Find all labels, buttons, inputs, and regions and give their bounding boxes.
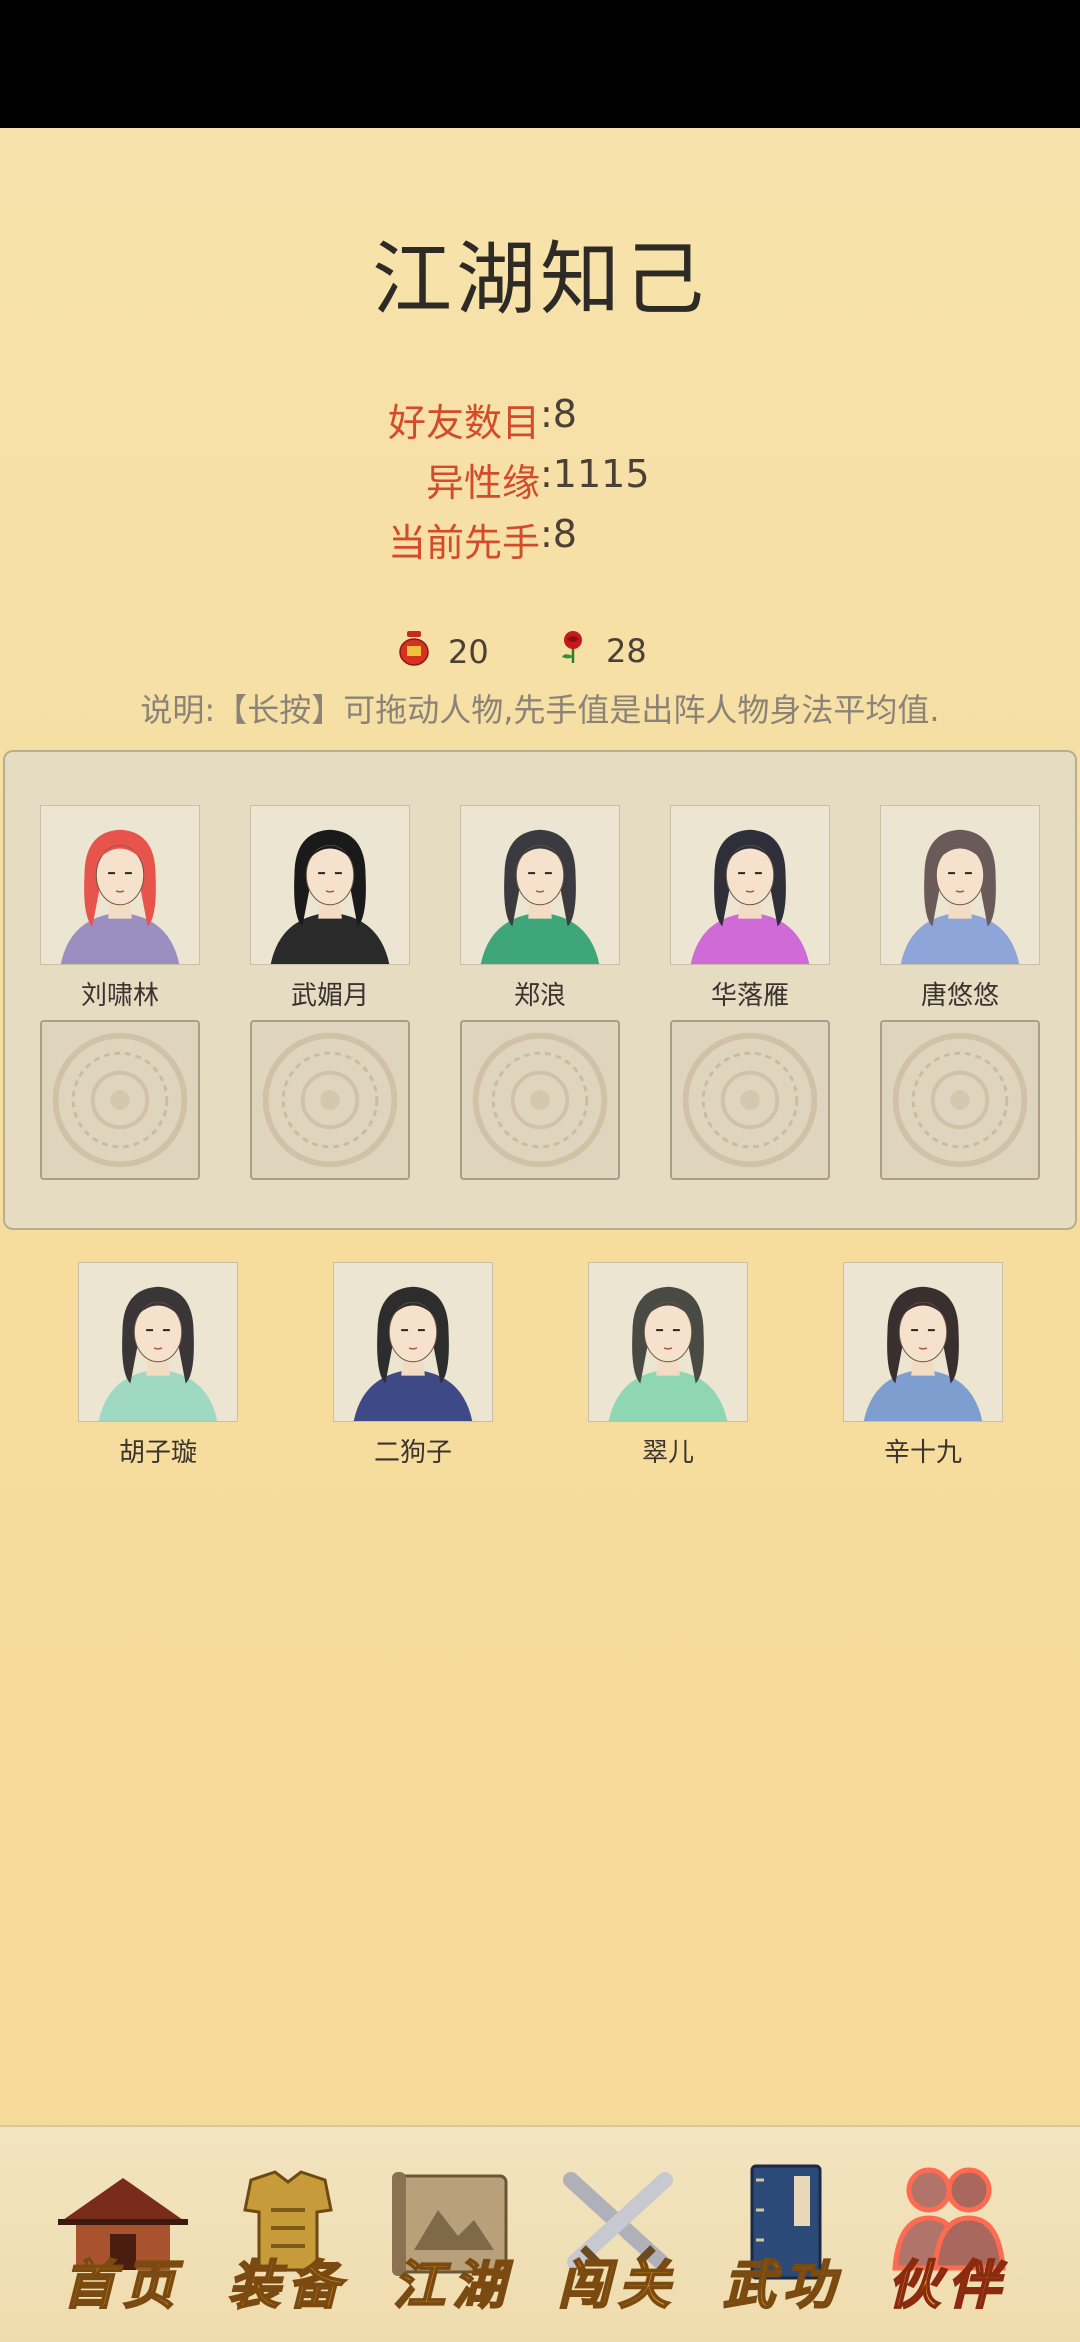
rose-icon [558,630,588,672]
reserve-member-portrait[interactable] [843,1262,1003,1422]
status-bar [0,0,1080,128]
friend-count-label: 好友数目 [387,401,540,445]
friend-count-row: 好友数目 :8 [0,392,1080,448]
charm-label: 异性缘 [425,461,540,505]
empty-team-slot[interactable] [40,1020,200,1180]
team-member-portrait[interactable] [670,805,830,965]
team-member-name: 唐悠悠 [920,981,999,1011]
nav-label: 装备 [227,2254,348,2317]
nav-label: 伙伴 [887,2254,1008,2317]
nav-item-0[interactable]: 首页 [48,2150,198,2320]
wine-jar-icon [398,630,430,674]
nav-label: 江湖 [392,2254,513,2317]
team-member-portrait[interactable] [250,805,410,965]
rose-counter: 28 [558,630,647,672]
currency-bar: 20 28 [0,630,1080,678]
nav-item-5[interactable]: 伙伴 [873,2150,1023,2320]
charm-value: :1115 [540,452,650,496]
nav-label: 首页 [62,2254,183,2317]
team-member-name: 武媚月 [290,981,369,1011]
page-title: 江湖知己 [372,233,708,326]
reserve-member-name: 辛十九 [883,1438,962,1468]
wine-counter: 20 [398,630,489,674]
reserve-member-name: 翠儿 [641,1438,694,1468]
reserve-member-name: 二狗子 [373,1438,452,1468]
team-member-portrait[interactable] [40,805,200,965]
team-member-name: 华落雁 [710,981,789,1011]
team-member-name: 郑浪 [513,981,566,1011]
nav-item-1[interactable]: 装备 [213,2150,363,2320]
reserve-member-portrait[interactable] [588,1262,748,1422]
rose-count: 28 [606,632,647,670]
team-member-name: 刘啸林 [80,981,159,1011]
friend-count-value: :8 [540,392,577,436]
charm-row: 异性缘 :1115 [0,452,1080,508]
instruction-note: 说明:【长按】可拖动人物,先手值是出阵人物身法平均值. [140,691,940,729]
empty-team-slot[interactable] [880,1020,1040,1180]
initiative-row: 当前先手 :8 [0,512,1080,568]
empty-team-slot[interactable] [670,1020,830,1180]
reserve-member-name: 胡子璇 [118,1438,197,1468]
empty-team-slot[interactable] [250,1020,410,1180]
initiative-label: 当前先手 [387,521,540,565]
nav-label: 武功 [722,2254,843,2317]
empty-team-slot[interactable] [460,1020,620,1180]
nav-label: 闯关 [557,2254,678,2317]
nav-item-2[interactable]: 江湖 [378,2150,528,2320]
wine-count: 20 [448,633,489,671]
reserve-member-portrait[interactable] [78,1262,238,1422]
reserve-member-portrait[interactable] [333,1262,493,1422]
nav-item-3[interactable]: 闯关 [543,2150,693,2320]
team-member-portrait[interactable] [880,805,1040,965]
nav-item-4[interactable]: 武功 [708,2150,858,2320]
initiative-value: :8 [540,512,577,556]
team-member-portrait[interactable] [460,805,620,965]
